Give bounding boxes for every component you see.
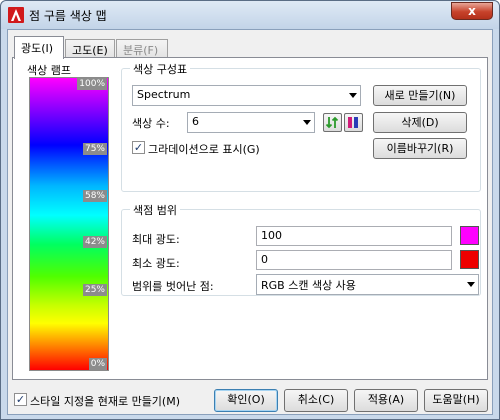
- new-scheme-button[interactable]: 새로 만들기(N): [373, 85, 467, 106]
- color-count-label: 색상 수:: [132, 117, 170, 130]
- out-of-range-value: RGB 스캔 색상 사용: [261, 279, 356, 292]
- reverse-colors-button[interactable]: [323, 113, 342, 132]
- color-count-dropdown[interactable]: 6: [187, 112, 315, 133]
- max-intensity-value: 100: [261, 229, 282, 242]
- color-ramp-options-button[interactable]: [344, 113, 363, 132]
- dialog-body: 광도(I) 고도(E) 분류(F) 색상 램프 100% 75% 58% 42%…: [7, 29, 493, 415]
- color-scheme-dropdown[interactable]: Spectrum: [132, 85, 361, 106]
- chevron-down-icon: [467, 282, 475, 287]
- ramp-marker-25: 25%: [82, 284, 107, 296]
- min-intensity-label: 최소 광도:: [132, 257, 180, 270]
- chevron-down-icon: [303, 120, 311, 125]
- max-intensity-color-swatch[interactable]: [460, 226, 479, 245]
- out-of-range-dropdown[interactable]: RGB 스캔 색상 사용: [256, 274, 479, 295]
- min-intensity-value: 0: [261, 253, 268, 266]
- tab-intensity[interactable]: 광도(I): [14, 36, 64, 59]
- help-button[interactable]: 도움말(H): [424, 389, 488, 412]
- max-intensity-input[interactable]: 100: [256, 226, 452, 246]
- min-intensity-input[interactable]: 0: [256, 250, 452, 270]
- ok-button[interactable]: 확인(O): [214, 389, 278, 412]
- color-ramp-title: 색상 램프: [27, 64, 71, 77]
- dialog-window: 점 구름 색상 맵 x 광도(I) 고도(E) 분류(F) 색상 램프 100%…: [0, 0, 500, 420]
- color-scheme-value: Spectrum: [137, 88, 191, 101]
- window-title: 점 구름 색상 맵: [29, 9, 107, 23]
- tab-classification: 분류(F): [116, 39, 168, 58]
- color-count-value: 6: [192, 115, 199, 128]
- title-bar[interactable]: 점 구름 색상 맵 x: [1, 1, 499, 29]
- color-bars-icon: [348, 117, 358, 128]
- chevron-down-icon: [349, 93, 357, 98]
- swap-arrows-icon: [325, 116, 339, 129]
- gradient-checkbox-label[interactable]: 그라데이션으로 표시(G): [148, 141, 260, 157]
- intensity-panel: 색상 램프 100% 75% 58% 42% 25% 0% 색상 구성표 Spe…: [12, 57, 488, 380]
- close-button[interactable]: x: [451, 2, 493, 20]
- autocad-logo-icon: [8, 7, 24, 23]
- out-of-range-label: 범위를 벗어난 점:: [132, 280, 214, 293]
- ramp-marker-100: 100%: [77, 78, 107, 90]
- apply-button[interactable]: 적용(A): [354, 389, 418, 412]
- max-intensity-label: 최대 광도:: [132, 233, 180, 246]
- ramp-marker-75: 75%: [82, 143, 107, 155]
- min-intensity-color-swatch[interactable]: [460, 250, 479, 269]
- rename-scheme-button[interactable]: 이름바꾸기(R): [373, 138, 467, 159]
- cancel-button[interactable]: 취소(C): [284, 389, 348, 412]
- ramp-marker-42: 42%: [82, 236, 107, 248]
- make-current-checkbox[interactable]: ✓: [14, 393, 27, 406]
- delete-scheme-button[interactable]: 삭제(D): [373, 112, 467, 133]
- color-scheme-title: 색상 구성표: [130, 61, 191, 77]
- ramp-marker-58: 58%: [82, 190, 107, 202]
- point-range-title: 색점 범위: [130, 202, 180, 218]
- make-current-label[interactable]: 스타일 지정을 현재로 만들기(M): [30, 393, 180, 409]
- gradient-checkbox[interactable]: ✓: [132, 141, 145, 154]
- close-icon: x: [468, 4, 476, 18]
- tab-elevation[interactable]: 고도(E): [65, 39, 115, 58]
- ramp-marker-0: 0%: [88, 358, 107, 370]
- color-ramp-preview: 100% 75% 58% 42% 25% 0%: [29, 77, 109, 371]
